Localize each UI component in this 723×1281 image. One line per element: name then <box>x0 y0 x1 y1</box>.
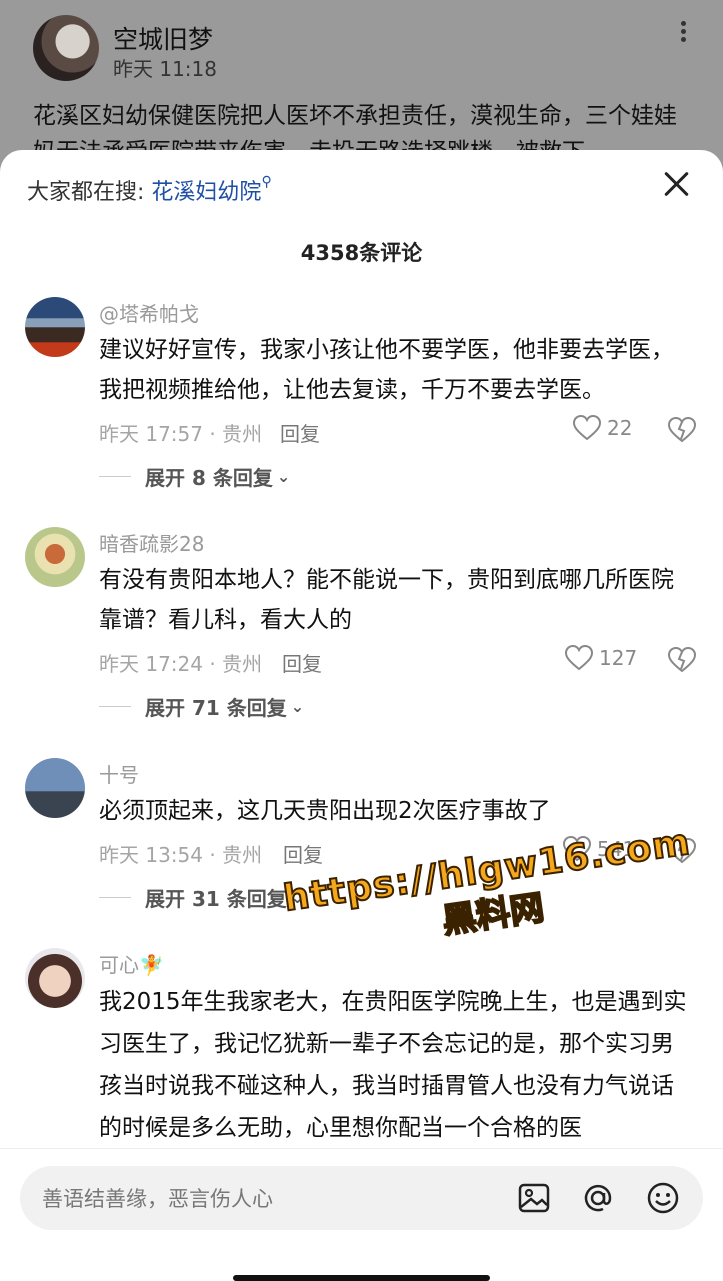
at-icon[interactable] <box>581 1181 615 1215</box>
expand-replies-button[interactable]: 展开 8 条回复 ⌄ <box>99 462 290 491</box>
expand-replies-label: 展开 71 条回复 <box>145 696 287 720</box>
broken-heart-icon[interactable] <box>668 417 696 443</box>
expand-replies-label: 展开 31 条回复 <box>145 887 287 911</box>
comment-text: 建议好好宣传，我家小孩让他不要学医，他非要去学医，我把视频推给他，让他去复读，千… <box>99 337 674 403</box>
close-icon[interactable] <box>663 170 691 198</box>
search-hint-keyword[interactable]: 花溪妇幼院 <box>151 180 261 205</box>
comment-author[interactable]: 可心🧚 <box>99 949 164 978</box>
reply-button[interactable]: 回复 <box>282 648 322 677</box>
comment-composer <box>0 1148 723 1281</box>
search-icon: ⚲ <box>261 174 272 190</box>
comment-meta: 昨天 17:57 · 贵州 <box>99 422 263 446</box>
heart-icon <box>573 415 601 441</box>
expand-replies-label: 展开 8 条回复 <box>145 466 273 490</box>
comment-text: 我2015年生我家老大，在贵阳医学院晚上生，也是遇到实习医生了，我记忆犹新一辈子… <box>99 989 687 1141</box>
comment-author[interactable]: 十号 <box>99 759 139 788</box>
chevron-down-icon: ⌄ <box>276 467 291 486</box>
comment-author[interactable]: @塔希帕戈 <box>99 298 199 327</box>
expand-replies-button[interactable]: 展开 71 条回复 ⌄ <box>99 692 304 721</box>
home-indicator <box>233 1275 490 1281</box>
search-hint-prefix: 大家都在搜: <box>27 180 145 205</box>
comment-author[interactable]: 暗香疏影28 <box>99 528 204 557</box>
comment-text: 必须顶起来，这几天贵阳出现2次医疗事故了 <box>99 798 551 824</box>
like-count: 127 <box>599 646 638 670</box>
comment-meta: 昨天 13:54 · 贵州 <box>99 843 263 867</box>
post-author-avatar[interactable] <box>33 15 99 81</box>
image-icon[interactable] <box>517 1181 551 1215</box>
search-hint[interactable]: 大家都在搜: 花溪妇幼院⚲ <box>27 174 272 206</box>
avatar[interactable] <box>25 948 85 1008</box>
reply-button[interactable]: 回复 <box>280 418 320 447</box>
broken-heart-icon[interactable] <box>668 647 696 673</box>
heart-icon <box>565 645 593 671</box>
like-button[interactable]: 22 <box>573 415 632 441</box>
watermark: https://hlgw16.com 黑料网 <box>280 821 699 964</box>
comment-sheet: 大家都在搜: 花溪妇幼院⚲ 4358条评论 @塔希帕戈 建议好好宣传，我家小孩让… <box>0 150 723 1280</box>
post-author-name[interactable]: 空城旧梦 <box>113 20 213 56</box>
more-vertical-icon[interactable] <box>670 18 696 48</box>
emoji-icon[interactable] <box>646 1181 680 1215</box>
comment-meta: 昨天 17:24 · 贵州 <box>99 652 263 676</box>
post-time: 昨天 11:18 <box>113 57 217 81</box>
comment-text: 有没有贵阳本地人？能不能说一下，贵阳到底哪几所医院靠谱？看儿科，看大人的 <box>99 567 674 633</box>
comment-count: 4358条评论 <box>300 241 423 265</box>
comment-input[interactable] <box>40 1166 504 1232</box>
chevron-down-icon: ⌄ <box>290 697 305 716</box>
avatar[interactable] <box>25 527 85 587</box>
comment-input-wrapper[interactable] <box>20 1166 703 1232</box>
like-button[interactable]: 127 <box>565 645 637 671</box>
expand-replies-button[interactable]: 展开 31 条回复 ⌄ <box>99 883 304 912</box>
avatar[interactable] <box>25 297 85 357</box>
like-count: 22 <box>607 416 633 440</box>
reply-button[interactable]: 回复 <box>283 839 323 868</box>
avatar[interactable] <box>25 758 85 818</box>
